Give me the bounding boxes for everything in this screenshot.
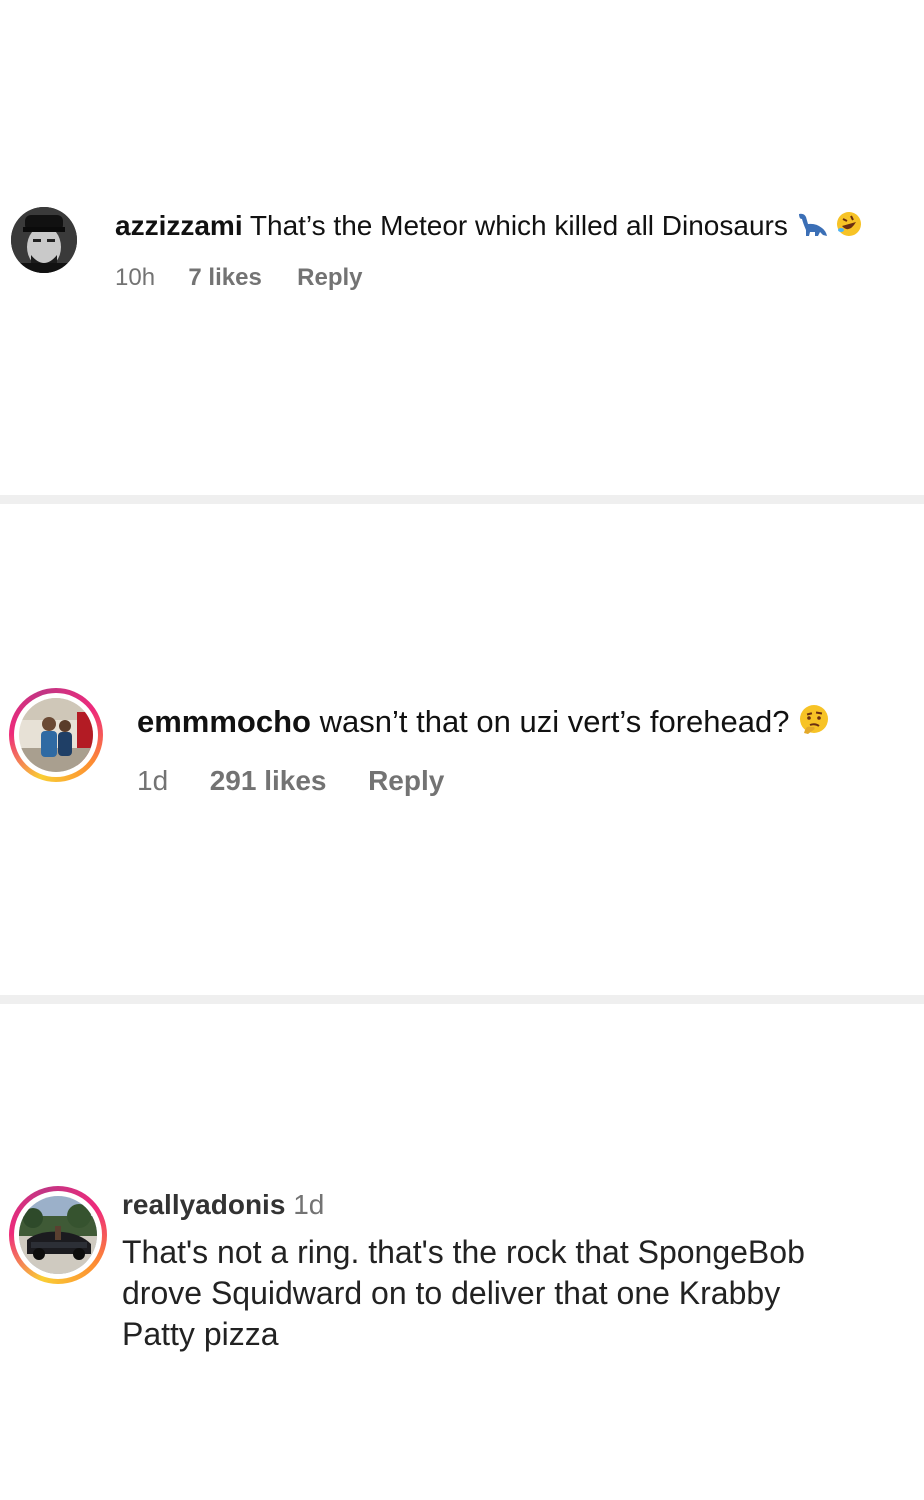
comment-time: 10h: [115, 264, 156, 291]
thinking-emoji-icon: [798, 703, 830, 744]
reply-button[interactable]: Reply: [368, 765, 444, 797]
comment-username[interactable]: emmmocho: [137, 704, 311, 739]
profile-photo-icon: [19, 1196, 97, 1274]
reply-button[interactable]: Reply: [297, 264, 362, 292]
comment-username[interactable]: azzizzami: [115, 210, 243, 241]
comment-time: 1d: [293, 1189, 325, 1220]
comment-text-line: azzizzami That’s the Meteor which killed…: [115, 209, 863, 246]
comment-panel-2: emmmocho wasn’t that on uzi vert’s foreh…: [0, 504, 924, 995]
comment-text-line: emmmocho wasn’t that on uzi vert’s foreh…: [137, 703, 830, 744]
comment-panel-3: reallyadonis 1d That's not a ring. that'…: [0, 1004, 924, 1500]
comment-username[interactable]: reallyadonis: [122, 1189, 285, 1220]
dinosaur-icon: [796, 211, 828, 245]
comment-time: 1d: [137, 765, 169, 796]
avatar: [19, 698, 93, 772]
comment-meta: 10h 7 likes Reply: [115, 264, 363, 292]
comment-text: That’s the Meteor which killed all Dinos…: [249, 210, 788, 241]
comment-panel-1: azzizzami That’s the Meteor which killed…: [0, 0, 924, 495]
comment-text-line: Patty pizza: [122, 1316, 279, 1352]
story-ring[interactable]: [9, 1186, 107, 1284]
comment-text-line: drove Squidward on to deliver that one K…: [122, 1275, 781, 1311]
likes-count[interactable]: 7 likes: [188, 264, 261, 292]
profile-photo-icon: [19, 698, 93, 772]
rofl-emoji-icon: [835, 210, 863, 246]
comment-text: wasn’t that on uzi vert’s forehead?: [319, 704, 790, 739]
story-ring[interactable]: [9, 688, 103, 782]
divider: [0, 495, 924, 504]
likes-count[interactable]: 291 likes: [210, 765, 327, 797]
comment-body: That's not a ring. that's the rock that …: [122, 1232, 805, 1355]
divider: [0, 995, 924, 1004]
profile-photo-icon: [11, 207, 77, 273]
avatar[interactable]: [11, 207, 77, 273]
comment-meta: 1d 291 likes Reply: [137, 765, 444, 797]
comment-header: reallyadonis 1d: [122, 1188, 324, 1222]
avatar: [19, 1196, 97, 1274]
comment-text-line: That's not a ring. that's the rock that …: [122, 1234, 805, 1270]
